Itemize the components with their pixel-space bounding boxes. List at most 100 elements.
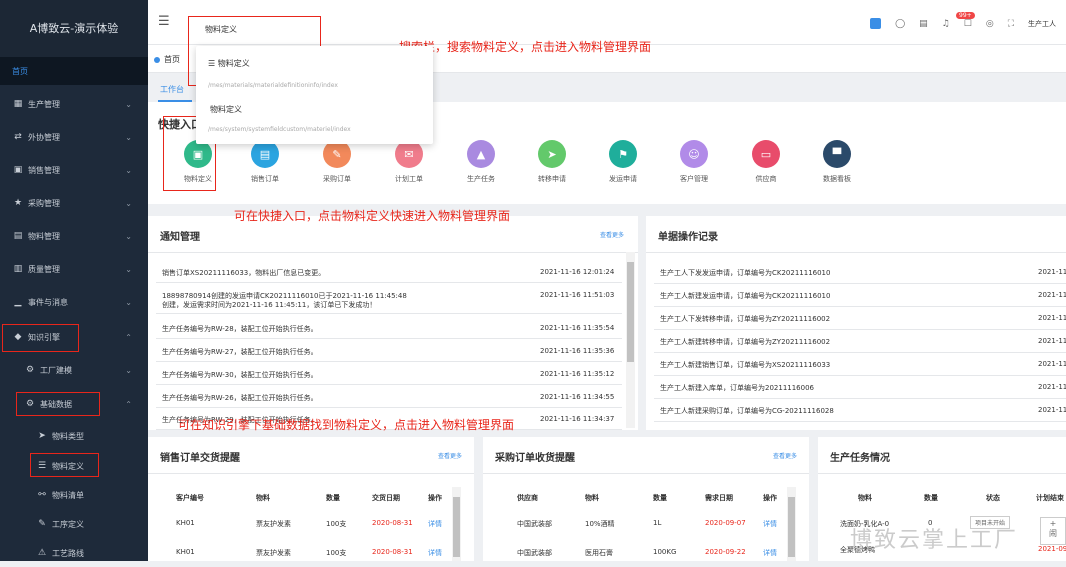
sidebar-item-purchase[interactable]: ★ 采购管理 ⌄ bbox=[0, 189, 148, 217]
log-row-text[interactable]: 生产工人新建入库单，订单编号为20211116006 bbox=[660, 383, 814, 393]
sidebar-item-material[interactable]: ▤ 物料管理 ⌄ bbox=[0, 222, 148, 250]
notice-row-text[interactable]: 生产任务编号为RW-30，装配工位开始执行任务。 bbox=[162, 370, 318, 380]
checkbox-icon[interactable] bbox=[870, 18, 882, 29]
quick-entry-label: 生产任务 bbox=[467, 175, 495, 183]
search-result-path: /mes/system/systemfieldcustom/materiel/i… bbox=[208, 126, 351, 133]
detail-link[interactable]: 详情 bbox=[428, 548, 442, 558]
sales-icon: ▣ bbox=[13, 165, 23, 175]
log-row-time: 2021-11 bbox=[1038, 337, 1066, 345]
sidebar-item-sales[interactable]: ▣ 销售管理 ⌄ bbox=[0, 156, 148, 184]
quick-entry-icon: ▭ bbox=[752, 140, 780, 168]
quick-entry-item[interactable]: ▤ 销售订单 bbox=[235, 140, 295, 184]
quick-entry-item[interactable]: ☺ 客户管理 bbox=[664, 140, 724, 184]
detail-link[interactable]: 详情 bbox=[428, 519, 442, 529]
log-row-text[interactable]: 生产工人新建转移申请，订单编号为ZY20211116002 bbox=[660, 337, 830, 347]
quick-entry-item[interactable]: ▀ 数据看板 bbox=[807, 140, 867, 184]
chevron-down-icon: ⌄ bbox=[125, 365, 132, 375]
quick-entry-label: 计划工单 bbox=[395, 175, 423, 183]
tab-workbench[interactable]: 工作台 bbox=[160, 84, 184, 95]
search-result-item[interactable]: ☰ 物料定义 bbox=[208, 58, 250, 69]
log-row-time: 2021-11 bbox=[1038, 314, 1066, 322]
user-name[interactable]: 生产工人 bbox=[1028, 19, 1056, 29]
annotation-text-2: 可在快捷入口，点击物料定义快速进入物料管理界面 bbox=[234, 209, 511, 223]
floating-buttons[interactable]: + 闹 bbox=[1040, 517, 1066, 545]
sidebar-item-process-def[interactable]: ✎ 工序定义 bbox=[0, 510, 148, 538]
notice-more-link[interactable]: 查看更多 bbox=[600, 230, 624, 239]
fullscreen-icon[interactable]: ⛶ bbox=[1008, 19, 1014, 29]
column-header: 操作 bbox=[763, 494, 777, 502]
quick-entry-icon: ✉ bbox=[395, 140, 423, 168]
purchase-receive-panel: 采购订单收货提醒 查看更多 供应商 物料 数量 需求日期 操作 中国武装部 10%酒精 1L 2… bbox=[483, 437, 809, 561]
sidebar-item-home[interactable]: 首页 bbox=[0, 57, 148, 85]
column-header: 供应商 bbox=[517, 494, 538, 502]
notice-row-time: 2021-11-16 11:35:54 bbox=[540, 324, 615, 332]
table-cell: 医用石膏 bbox=[585, 549, 613, 557]
quick-entry-item[interactable]: ➤ 转移申请 bbox=[522, 140, 582, 184]
quick-entry-label: 销售订单 bbox=[251, 175, 279, 183]
sidebar-item-quality[interactable]: ▥ 质量管理 ⌄ bbox=[0, 255, 148, 283]
quick-entry-item[interactable]: ✉ 计划工单 bbox=[379, 140, 439, 184]
annotation-box-knowledge bbox=[2, 324, 79, 352]
annotation-box-material-def bbox=[30, 453, 99, 477]
log-row-text[interactable]: 生产工人新建销售订单，订单编号为XS20211116033 bbox=[660, 360, 830, 370]
table-cell: 中国武装部 bbox=[517, 520, 552, 528]
column-header: 物料 bbox=[585, 494, 599, 502]
log-row-time: 2021-11 bbox=[1038, 291, 1066, 299]
chat-icon[interactable]: ◯ bbox=[895, 19, 905, 29]
switch-icon: ⇄ bbox=[14, 132, 22, 142]
sidebar-item-bom[interactable]: ⚯ 物料清单 bbox=[0, 481, 148, 509]
quick-entry-item[interactable]: ✎ 采购订单 bbox=[307, 140, 367, 184]
sliders-icon: ☰ bbox=[208, 59, 218, 68]
sidebar-item-material-type[interactable]: ➤ 物料类型 bbox=[0, 422, 148, 450]
search-result-item[interactable]: 物料定义 bbox=[210, 104, 242, 115]
purchase-more-link[interactable]: 查看更多 bbox=[773, 451, 797, 460]
sidebar-item-outsourcing[interactable]: ⇄ 外协管理 ⌄ bbox=[0, 123, 148, 151]
lock-icon[interactable]: ☐ bbox=[964, 19, 972, 29]
quick-entry-icon: ▤ bbox=[251, 140, 279, 168]
column-header: 计划结束 bbox=[1036, 494, 1064, 502]
bell-icon[interactable]: ♫ bbox=[942, 19, 950, 29]
table-cell: KH01 bbox=[176, 548, 195, 556]
table-scrollbar[interactable] bbox=[452, 487, 461, 561]
purchase-title: 采购订单收货提醒 bbox=[495, 453, 575, 464]
column-header: 需求日期 bbox=[705, 494, 733, 502]
menu-toggle-icon[interactable]: ☰ bbox=[158, 14, 170, 29]
chevron-down-icon: ⌄ bbox=[125, 264, 132, 274]
notice-row-time: 2021-11-16 11:35:12 bbox=[540, 370, 615, 378]
table-cell: 票友护发素 bbox=[256, 520, 291, 528]
notice-row-text[interactable]: 生产任务编号为RW-28，装配工位开始执行任务。 bbox=[162, 324, 318, 334]
table-cell: 100支 bbox=[326, 549, 347, 557]
notice-row-text[interactable]: 生产任务编号为RW-27，装配工位开始执行任务。 bbox=[162, 347, 318, 357]
notice-row-time: 2021-11-16 12:01:24 bbox=[540, 268, 615, 276]
notice-scrollbar[interactable] bbox=[626, 252, 635, 428]
sales-title: 销售订单交货提醒 bbox=[160, 453, 240, 464]
sidebar-item-factory-model[interactable]: ⚙ 工厂建模 ⌄ bbox=[0, 356, 148, 384]
table-scrollbar[interactable] bbox=[787, 487, 796, 561]
notice-row-text[interactable]: 生产任务编号为RW-26，装配工位开始执行任务。 bbox=[162, 393, 318, 403]
sales-more-link[interactable]: 查看更多 bbox=[438, 451, 462, 460]
gear-icon: ⚙ bbox=[25, 365, 35, 375]
detail-link[interactable]: 详情 bbox=[763, 519, 777, 529]
log-row-text[interactable]: 生产工人新建发运申请，订单编号为CK20211116010 bbox=[660, 291, 830, 301]
quick-entry-item[interactable]: ⚑ 发运申请 bbox=[593, 140, 653, 184]
eye-icon[interactable]: ◎ bbox=[986, 19, 994, 29]
annotation-box-basic-data bbox=[16, 392, 100, 416]
quick-entry-icon: ☺ bbox=[680, 140, 708, 168]
quick-entry-item[interactable]: ▭ 供应商 bbox=[736, 140, 796, 184]
sidebar-item-route[interactable]: ⚠ 工艺路线 bbox=[0, 539, 148, 567]
notice-row-text[interactable]: 销售订单XS20211116033，物料出厂信息已变更。 bbox=[162, 268, 325, 278]
pin-icon: ✎ bbox=[38, 519, 46, 529]
sidebar-item-events[interactable]: ▁ 事件与消息 ⌄ bbox=[0, 288, 148, 316]
detail-link[interactable]: 详情 bbox=[763, 548, 777, 558]
top-icons: ◯ ▤ ♫ ☐ ◎ ⛶ 生产工人 bbox=[870, 18, 1056, 29]
table-cell: 票友护发素 bbox=[256, 549, 291, 557]
calendar-icon[interactable]: ▤ bbox=[919, 19, 928, 29]
sidebar-item-production[interactable]: ▦ 生产管理 ⌄ bbox=[0, 90, 148, 118]
column-header: 数量 bbox=[924, 494, 938, 502]
log-row-text[interactable]: 生产工人下发转移申请，订单编号为ZY20211116002 bbox=[660, 314, 830, 324]
log-row-time: 2021-11 bbox=[1038, 268, 1066, 276]
tab-home[interactable]: 首页 bbox=[154, 54, 180, 65]
log-row-text[interactable]: 生产工人下发发运申请，订单编号为CK20211116010 bbox=[660, 268, 830, 278]
quick-entry-item[interactable]: ▲ 生产任务 bbox=[451, 140, 511, 184]
log-row-text[interactable]: 生产工人新建采购订单，订单编号为CG-20211116028 bbox=[660, 406, 834, 416]
